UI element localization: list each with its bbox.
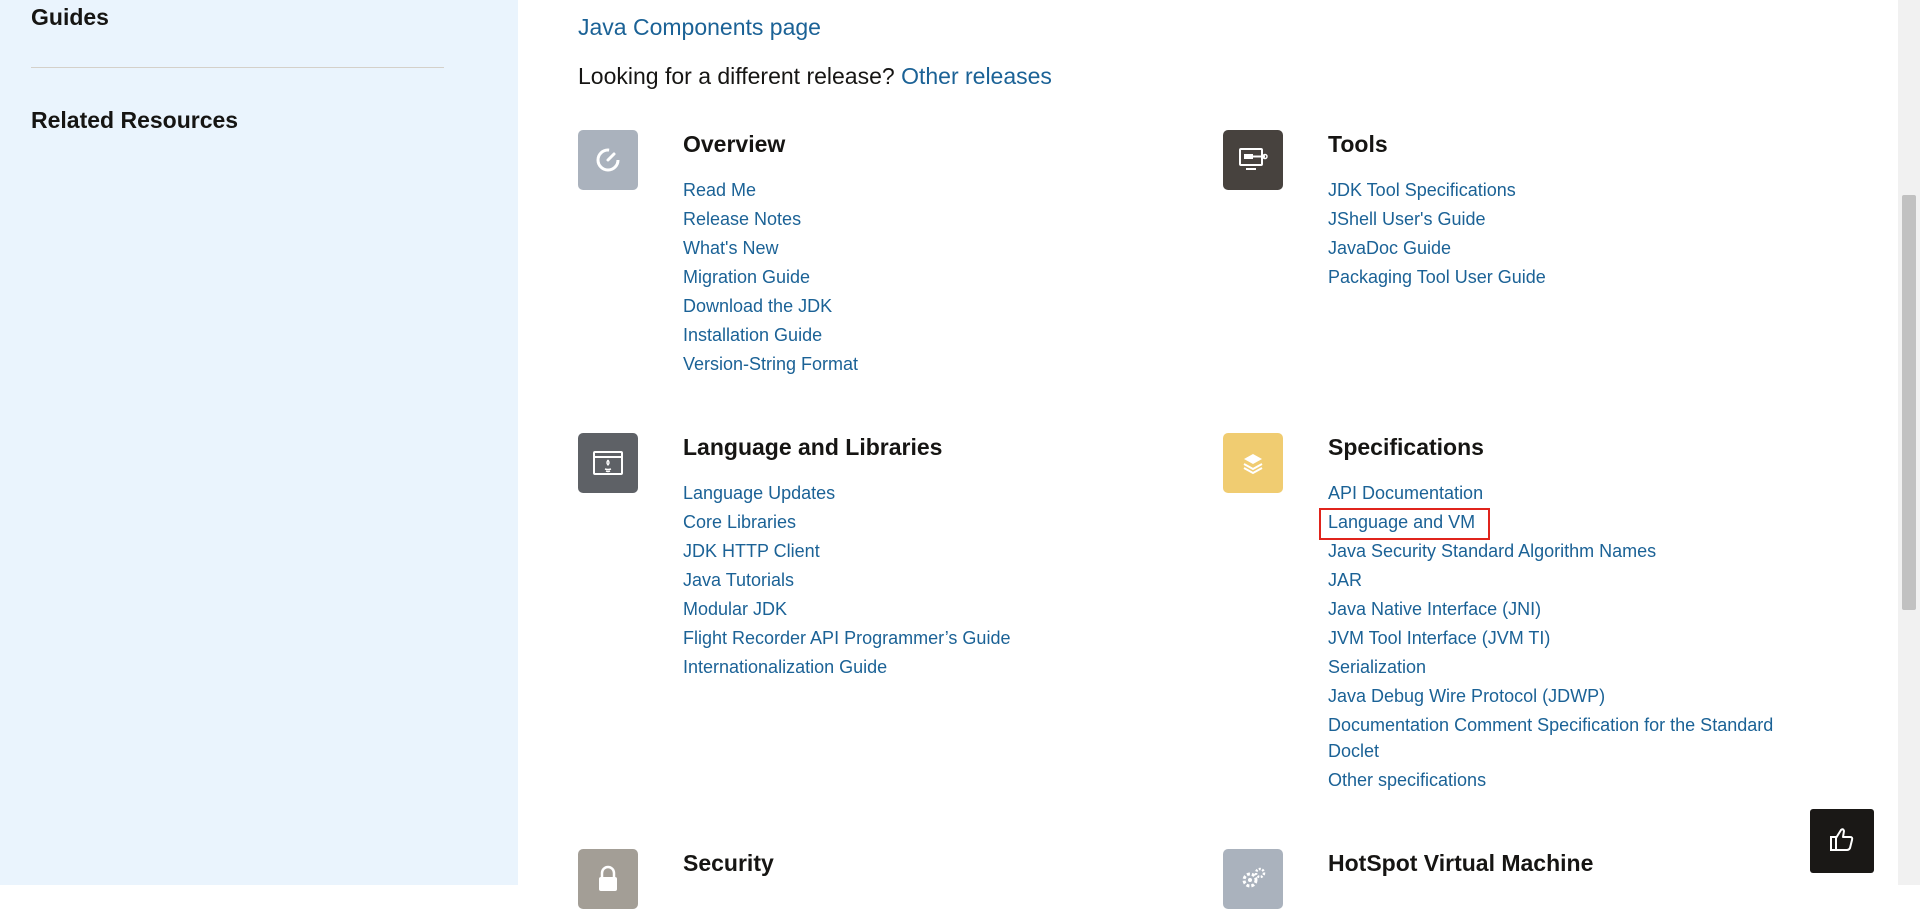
thumbs-up-icon: [1826, 823, 1858, 860]
language-libraries-links: Language Updates Core Libraries JDK HTTP…: [683, 479, 1133, 682]
sidebar-divider: [31, 67, 444, 68]
jshell-users-guide-link[interactable]: JShell User's Guide: [1328, 209, 1486, 229]
sidebar-guides-heading[interactable]: Guides: [31, 4, 109, 31]
jni-link[interactable]: Java Native Interface (JNI): [1328, 599, 1541, 619]
java-components-link[interactable]: Java Components page: [578, 14, 821, 41]
gears-icon: [1223, 849, 1283, 909]
doc-comment-spec-link[interactable]: Documentation Comment Specification for …: [1328, 715, 1773, 761]
java-window-icon: [578, 433, 638, 493]
release-question: Looking for a different release?: [578, 63, 895, 89]
dial-icon: [578, 130, 638, 190]
overview-links: Read Me Release Notes What's New Migrati…: [683, 176, 1133, 379]
jdk-tool-specifications-link[interactable]: JDK Tool Specifications: [1328, 180, 1516, 200]
jvm-ti-link[interactable]: JVM Tool Interface (JVM TI): [1328, 628, 1550, 648]
other-specifications-link[interactable]: Other specifications: [1328, 770, 1486, 790]
modular-jdk-link[interactable]: Modular JDK: [683, 599, 787, 619]
core-libraries-link[interactable]: Core Libraries: [683, 512, 796, 532]
page-scrollbar[interactable]: [1898, 0, 1920, 885]
whats-new-link[interactable]: What's New: [683, 238, 778, 258]
javadoc-guide-link[interactable]: JavaDoc Guide: [1328, 238, 1451, 258]
lock-icon: [578, 849, 638, 909]
release-line: Looking for a different release? Other r…: [578, 63, 1052, 90]
scrollbar-thumb[interactable]: [1902, 195, 1916, 610]
sidebar: Guides Related Resources: [0, 0, 518, 885]
other-releases-link[interactable]: Other releases: [901, 63, 1052, 89]
monitor-key-icon: [1223, 130, 1283, 190]
overview-title: Overview: [683, 131, 786, 157]
serialization-link[interactable]: Serialization: [1328, 657, 1426, 677]
packaging-tool-guide-link[interactable]: Packaging Tool User Guide: [1328, 267, 1546, 287]
tools-title: Tools: [1328, 131, 1388, 157]
jdk-http-client-link[interactable]: JDK HTTP Client: [683, 541, 820, 561]
internationalization-guide-link[interactable]: Internationalization Guide: [683, 657, 887, 677]
main-content: Java Components page Looking for a diffe…: [518, 0, 1898, 909]
read-me-link[interactable]: Read Me: [683, 180, 756, 200]
installation-guide-link[interactable]: Installation Guide: [683, 325, 822, 345]
feedback-button[interactable]: [1810, 809, 1874, 873]
tools-links: JDK Tool Specifications JShell User's Gu…: [1328, 176, 1778, 292]
jar-link[interactable]: JAR: [1328, 570, 1362, 590]
security-title: Security: [683, 850, 774, 876]
language-libraries-title: Language and Libraries: [683, 434, 943, 460]
highlight-box: [1319, 508, 1490, 540]
release-notes-link[interactable]: Release Notes: [683, 209, 801, 229]
flight-recorder-api-guide-link[interactable]: Flight Recorder API Programmer’s Guide: [683, 628, 1010, 648]
language-updates-link[interactable]: Language Updates: [683, 483, 835, 503]
jdwp-link[interactable]: Java Debug Wire Protocol (JDWP): [1328, 686, 1605, 706]
sidebar-related-resources-heading[interactable]: Related Resources: [31, 107, 238, 134]
specifications-title: Specifications: [1328, 434, 1484, 460]
version-string-format-link[interactable]: Version-String Format: [683, 354, 858, 374]
migration-guide-link[interactable]: Migration Guide: [683, 267, 810, 287]
hotspot-title: HotSpot Virtual Machine: [1328, 850, 1594, 876]
security-algorithm-names-link[interactable]: Java Security Standard Algorithm Names: [1328, 541, 1656, 561]
java-tutorials-link[interactable]: Java Tutorials: [683, 570, 794, 590]
api-documentation-link[interactable]: API Documentation: [1328, 483, 1483, 503]
download-jdk-link[interactable]: Download the JDK: [683, 296, 832, 316]
layers-icon: [1223, 433, 1283, 493]
